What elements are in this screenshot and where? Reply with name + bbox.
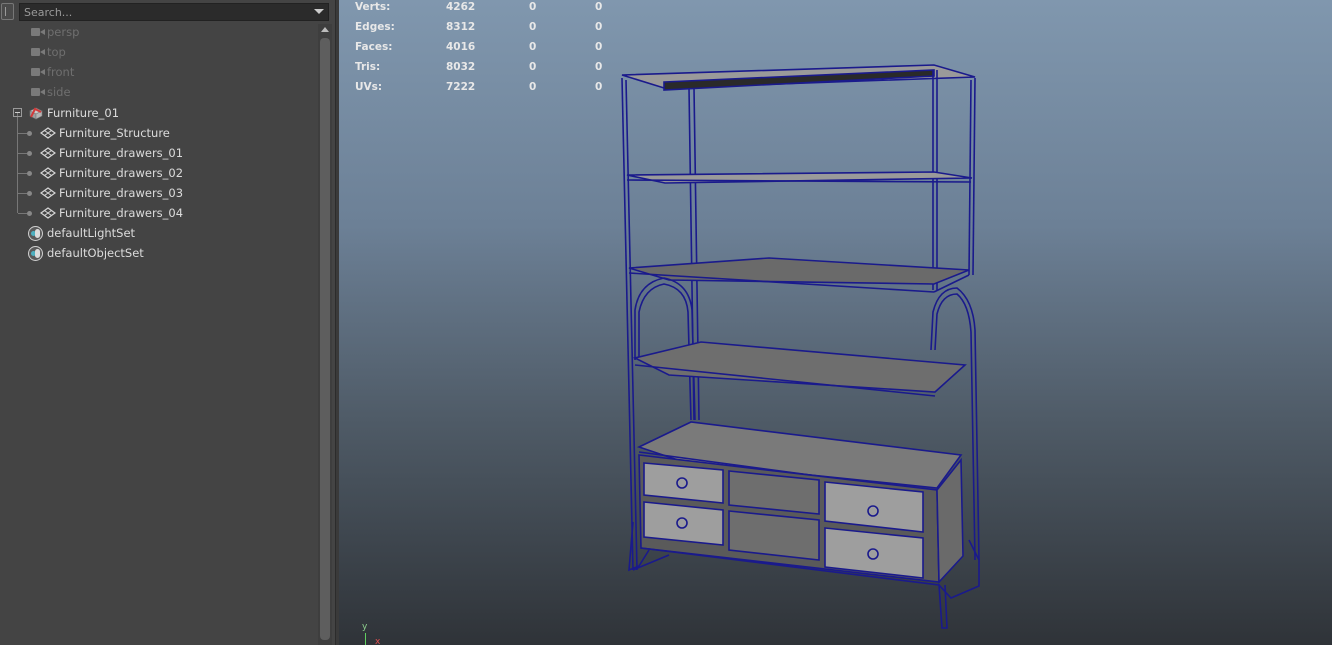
scroll-up-icon[interactable] — [321, 27, 329, 32]
axis-gizmo: y x — [358, 622, 398, 645]
camera-icon — [31, 48, 45, 56]
mesh-icon — [40, 167, 56, 179]
axis-y-line — [365, 633, 366, 645]
mesh-icon — [40, 187, 56, 199]
outliner-item-furniture-drawers-04[interactable]: Furniture_drawers_04 — [0, 203, 318, 223]
group-icon — [29, 107, 43, 120]
outliner-item-label: persp — [47, 25, 80, 39]
outliner-item-label: Furniture_drawers_02 — [59, 166, 184, 180]
outliner-item-furniture-drawers-03[interactable]: Furniture_drawers_03 — [0, 183, 318, 203]
outliner-item-default-light-set[interactable]: defaultLightSet — [0, 223, 318, 243]
outliner-item-label: front — [47, 65, 75, 79]
tree-branch — [18, 193, 27, 194]
tree-branch — [18, 213, 27, 214]
outliner-scrollbar[interactable] — [318, 24, 332, 645]
outliner-item-label: Furniture_drawers_04 — [59, 206, 184, 220]
outliner-item-persp[interactable]: persp — [0, 22, 318, 42]
search-row: Search... — [0, 0, 339, 24]
outliner-item-label: side — [47, 85, 71, 99]
outliner-item-label: Furniture_drawers_01 — [59, 146, 184, 160]
search-dropdown-icon[interactable] — [314, 9, 324, 14]
tree-node-dot — [27, 131, 32, 136]
tree-node-dot — [27, 171, 32, 176]
tree-node-dot — [27, 211, 32, 216]
outliner-item-label: Furniture_Structure — [59, 126, 170, 140]
outliner-item-furniture-drawers-01[interactable]: Furniture_drawers_01 — [0, 143, 318, 163]
filter-toggle-icon[interactable] — [1, 3, 14, 20]
outliner-item-top[interactable]: top — [0, 42, 318, 62]
collapse-icon[interactable] — [13, 108, 22, 117]
tree-branch — [18, 173, 27, 174]
search-placeholder: Search... — [24, 6, 73, 19]
outliner-item-front[interactable]: front — [0, 62, 318, 82]
search-input[interactable]: Search... — [19, 3, 329, 21]
axis-x-label: x — [375, 637, 381, 645]
3d-viewport[interactable]: Verts: 4262 0 0 Edges: 8312 0 0 Faces: 4… — [339, 0, 1332, 645]
set-icon — [28, 246, 43, 261]
mesh-icon — [40, 147, 56, 159]
outliner-item-label: defaultObjectSet — [47, 246, 144, 260]
outliner-item-label: defaultLightSet — [47, 226, 136, 240]
tree-branch — [18, 133, 27, 134]
mesh-icon — [40, 127, 56, 139]
outliner-item-furniture-01[interactable]: Furniture_01 — [0, 103, 318, 123]
camera-icon — [31, 28, 45, 36]
outliner-item-side[interactable]: side — [0, 82, 318, 102]
outliner-item-furniture-structure[interactable]: Furniture_Structure — [0, 123, 318, 143]
tree-branch — [18, 153, 27, 154]
outliner-panel: Search... persp top front side Furniture… — [0, 0, 339, 645]
camera-icon — [31, 88, 45, 96]
set-icon — [28, 226, 43, 241]
outliner-item-default-object-set[interactable]: defaultObjectSet — [0, 243, 318, 263]
mesh-icon — [40, 207, 56, 219]
tree-node-dot — [27, 191, 32, 196]
tree-node-dot — [27, 151, 32, 156]
outliner-item-label: Furniture_01 — [47, 106, 120, 120]
camera-icon — [31, 68, 45, 76]
outliner-item-label: top — [47, 45, 66, 59]
outliner-item-label: Furniture_drawers_03 — [59, 186, 184, 200]
outliner-item-furniture-drawers-02[interactable]: Furniture_drawers_02 — [0, 163, 318, 183]
scrollbar-thumb[interactable] — [320, 38, 330, 640]
furniture-model[interactable] — [339, 0, 1332, 645]
axis-y-label: y — [362, 622, 368, 632]
